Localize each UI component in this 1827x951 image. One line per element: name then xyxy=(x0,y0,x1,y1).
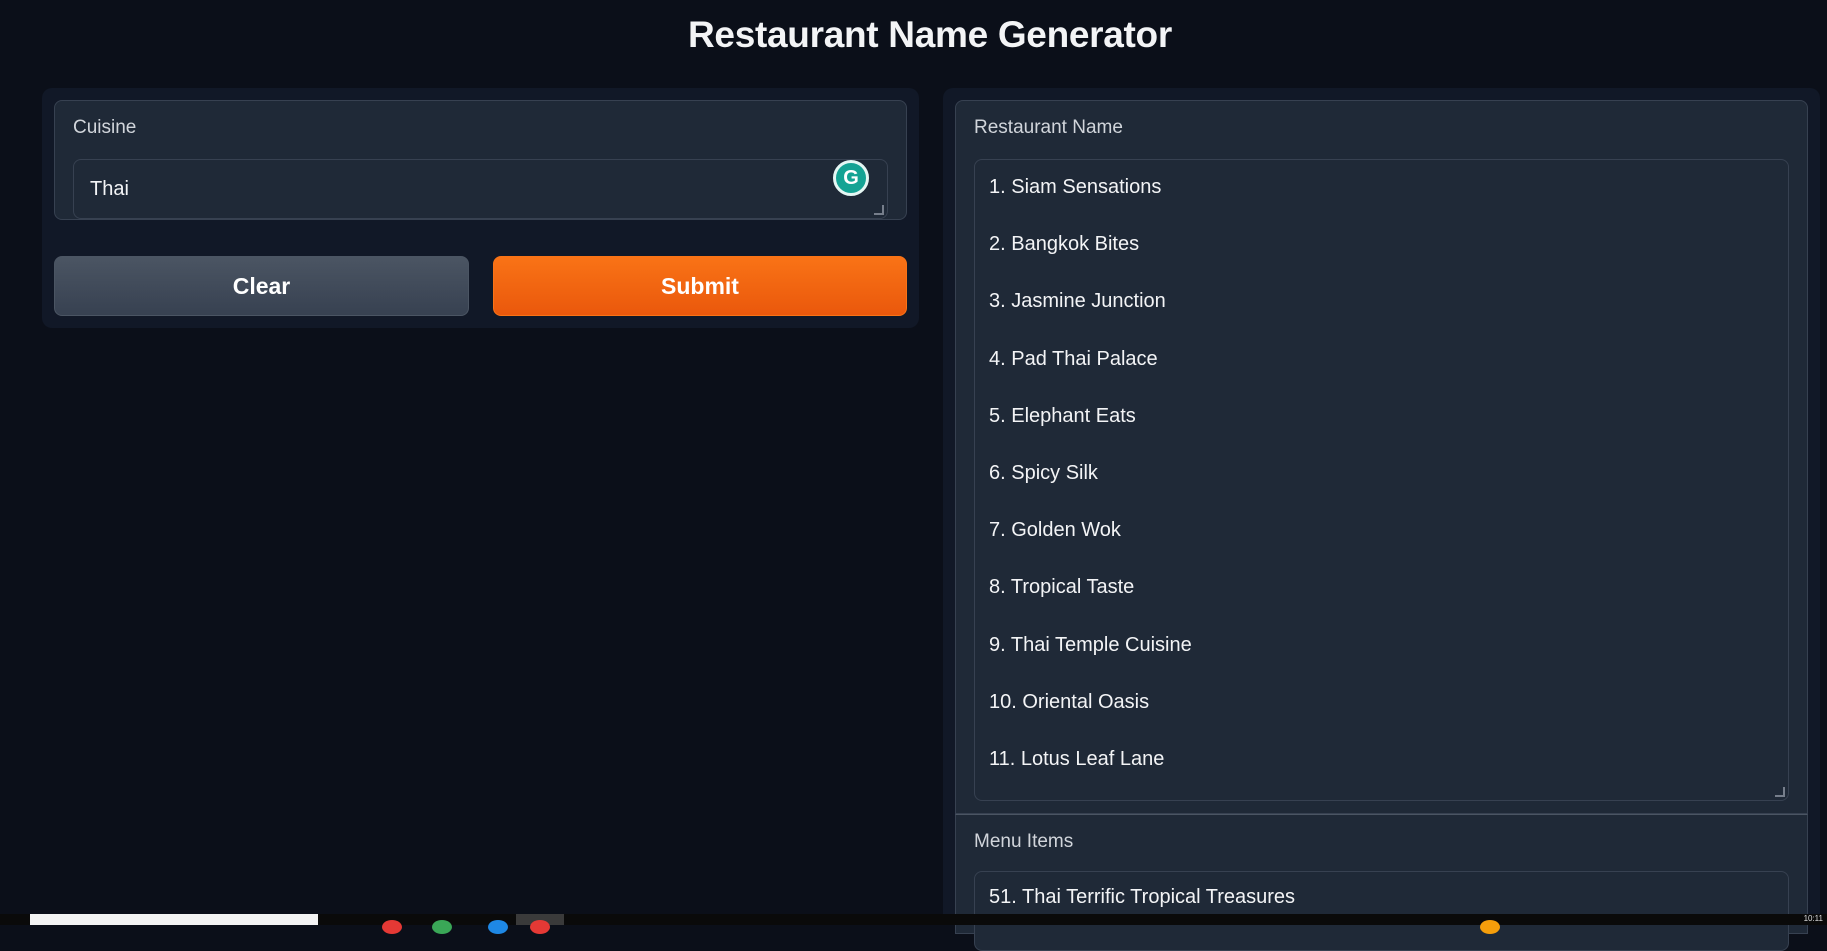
list-item: 11. Lotus Leaf Lane xyxy=(989,747,1165,770)
clear-button[interactable]: Clear xyxy=(54,256,469,316)
resize-handle-icon[interactable] xyxy=(1775,787,1785,797)
input-panel: Cuisine Thai G Clear Submit xyxy=(42,88,919,328)
menu-items-label: Menu Items xyxy=(974,831,1074,852)
cuisine-textarea[interactable]: Thai G xyxy=(73,159,888,219)
menu-item: 51. Thai Terrific Tropical Treasures xyxy=(989,886,1296,908)
taskbar-search-box[interactable] xyxy=(30,914,318,925)
grammarly-glyph: G xyxy=(843,167,859,189)
page-title: Restaurant Name Generator xyxy=(688,14,1172,55)
resize-handle-icon[interactable] xyxy=(874,205,884,215)
list-item: 5. Elephant Eats xyxy=(989,404,1136,427)
list-item: 9. Thai Temple Cuisine xyxy=(989,633,1192,656)
taskbar-app-icon[interactable] xyxy=(488,920,508,934)
restaurant-name-label: Restaurant Name xyxy=(974,117,1123,138)
restaurant-name-textarea[interactable]: 1. Siam Sensations 2. Bangkok Bites 3. J… xyxy=(974,159,1789,801)
taskbar-app-icon[interactable] xyxy=(382,920,402,934)
list-item: 10. Oriental Oasis xyxy=(989,690,1150,713)
list-item: 4. Pad Thai Palace xyxy=(989,347,1158,370)
list-item: 2. Bangkok Bites xyxy=(989,233,1140,256)
taskbar-tray-icon[interactable] xyxy=(1480,920,1500,934)
list-item: 1. Siam Sensations xyxy=(989,176,1162,198)
taskbar-clock: 10:11 xyxy=(1803,914,1823,923)
list-item: 7. Golden Wok xyxy=(989,519,1121,542)
cuisine-block: Cuisine Thai G xyxy=(54,100,907,220)
list-item: 8. Tropical Taste xyxy=(989,576,1135,599)
submit-button[interactable]: Submit xyxy=(493,256,907,316)
list-item: 6. Spicy Silk xyxy=(989,461,1098,484)
os-taskbar: 10:11 xyxy=(0,914,1827,934)
cuisine-value: Thai xyxy=(90,178,129,200)
grammarly-icon[interactable]: G xyxy=(833,160,869,196)
cuisine-label: Cuisine xyxy=(73,117,137,138)
list-item: 3. Jasmine Junction xyxy=(989,290,1166,313)
output-panel: Restaurant Name 1. Siam Sensations 2. Ba… xyxy=(943,88,1820,951)
menu-items-textarea[interactable]: 51. Thai Terrific Tropical Treasures xyxy=(974,871,1789,951)
restaurant-name-block: Restaurant Name 1. Siam Sensations 2. Ba… xyxy=(955,100,1808,814)
taskbar-app-icon[interactable] xyxy=(432,920,452,934)
taskbar-browser-icon[interactable] xyxy=(530,920,550,934)
